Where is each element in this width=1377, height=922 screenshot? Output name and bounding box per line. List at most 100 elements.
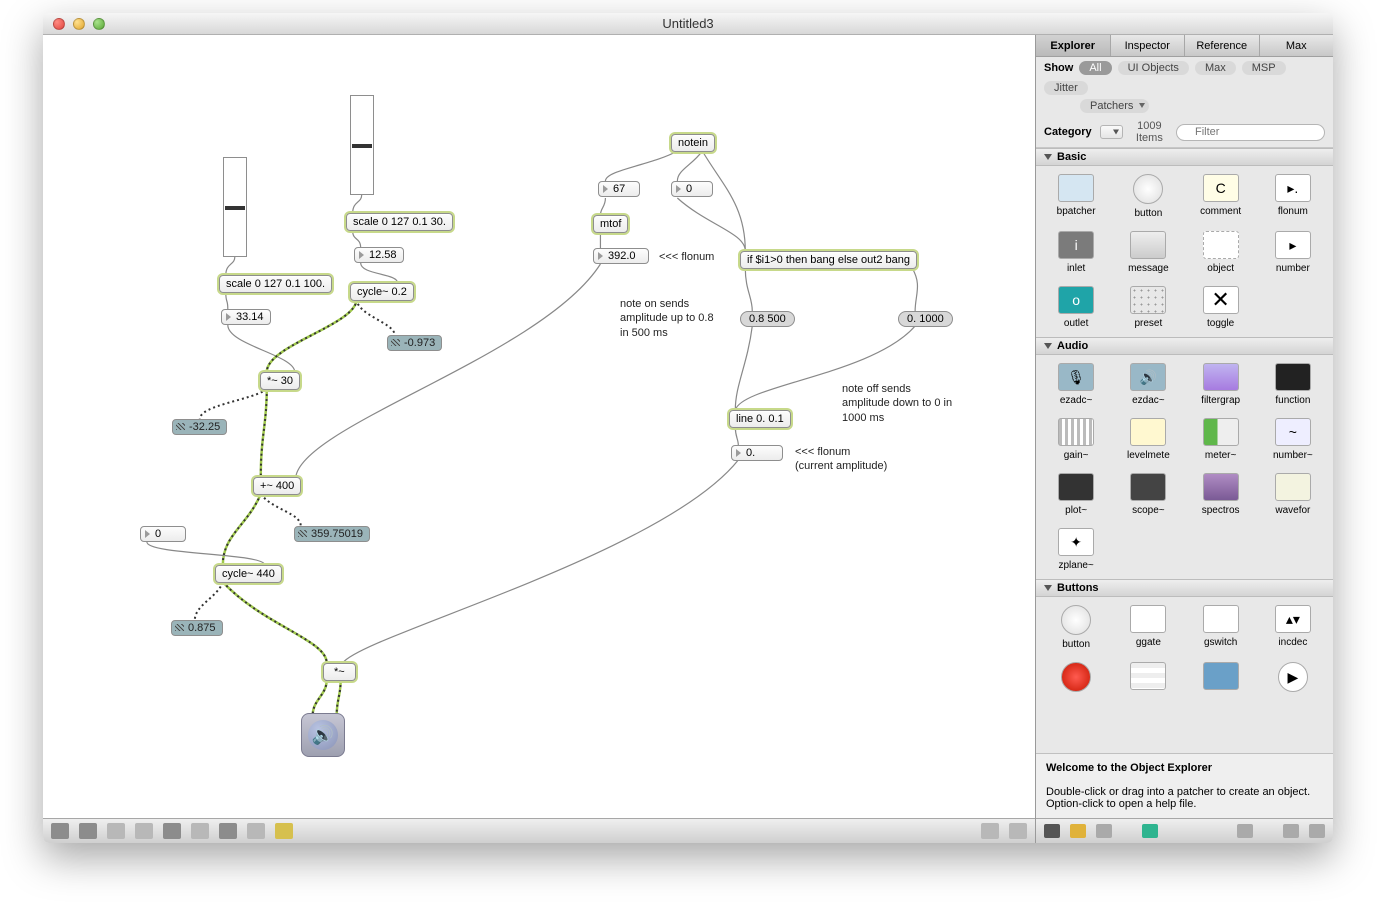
zoom-button[interactable]	[93, 18, 105, 30]
obj-times-sig[interactable]: *~	[323, 663, 356, 681]
pal-inlet[interactable]: iinlet	[1044, 231, 1108, 274]
obj-line[interactable]: line 0. 0.1	[729, 410, 791, 428]
numbox-67[interactable]: 67	[598, 181, 640, 197]
pal-spectroscope[interactable]: spectros	[1189, 473, 1253, 516]
pal-number[interactable]: ▸number	[1261, 231, 1325, 274]
pal-preset[interactable]: preset	[1116, 286, 1180, 329]
obj-scale-2[interactable]: scale 0 127 0.1 30.	[346, 213, 453, 231]
pal-filtergraph[interactable]: filtergrap	[1189, 363, 1253, 406]
pal-waveform[interactable]: wavefor	[1261, 473, 1325, 516]
close-button[interactable]	[53, 18, 65, 30]
section-audio[interactable]: Audio	[1036, 337, 1333, 355]
pal-toggle[interactable]: toggle	[1189, 286, 1253, 329]
grid-icon[interactable]	[247, 823, 265, 839]
tab-explorer[interactable]: Explorer	[1036, 35, 1111, 56]
tab-inspector[interactable]: Inspector	[1111, 35, 1186, 56]
gear-icon[interactable]	[1044, 824, 1060, 838]
pal-incdec[interactable]: ▴▾incdec	[1261, 605, 1325, 650]
numbox-12-58[interactable]: 12.58	[354, 247, 404, 263]
slider-1[interactable]	[223, 157, 247, 257]
search-input[interactable]	[1176, 124, 1325, 141]
pal-function[interactable]: function	[1261, 363, 1325, 406]
filter-ui-objects[interactable]: UI Objects	[1118, 61, 1189, 75]
pal-numbersig[interactable]: ~number~	[1261, 418, 1325, 461]
view-mode-2-icon[interactable]	[1009, 823, 1027, 839]
ezdac-object[interactable]: 🔊	[301, 713, 345, 757]
pal-zplane[interactable]: ✦zplane~	[1044, 528, 1108, 571]
comment-note-on: note on sends amplitude up to 0.8 in 500…	[620, 297, 714, 340]
view-mode-1-icon[interactable]	[981, 823, 999, 839]
pal-scope[interactable]: scope~	[1116, 473, 1180, 516]
palette-scroll[interactable]: Basic bpatcher button Ccomment ▸.flonum …	[1036, 148, 1333, 753]
grid-snap-icon[interactable]	[135, 823, 153, 839]
lock-icon[interactable]	[51, 823, 69, 839]
info-icon[interactable]	[191, 823, 209, 839]
filter-msp[interactable]: MSP	[1242, 61, 1286, 75]
filter-all[interactable]: All	[1079, 61, 1111, 75]
menu-icon[interactable]	[1309, 824, 1325, 838]
titlebar[interactable]: Untitled3	[43, 13, 1333, 35]
schedule-icon[interactable]	[275, 823, 293, 839]
obj-times-30[interactable]: *~ 30	[260, 372, 300, 390]
obj-cycle-440[interactable]: cycle~ 440	[215, 565, 282, 583]
numbox-0-vel[interactable]: 0	[671, 181, 713, 197]
pal-button2[interactable]: button	[1044, 605, 1108, 650]
pal-button[interactable]: button	[1116, 174, 1180, 219]
minimize-button[interactable]	[73, 18, 85, 30]
pal-ezadc[interactable]: 🎙ezadc~	[1044, 363, 1108, 406]
pal-ggate[interactable]: ggate	[1116, 605, 1180, 650]
pal-plot[interactable]: plot~	[1044, 473, 1108, 516]
obj-mtof[interactable]: mtof	[593, 215, 628, 233]
pal-meter[interactable]: meter~	[1189, 418, 1253, 461]
pal-playbar[interactable]: ▶	[1261, 662, 1325, 696]
flonumsig-m0973[interactable]: -0.973	[387, 335, 442, 351]
add-icon[interactable]	[1237, 824, 1253, 838]
filter-jitter[interactable]: Jitter	[1044, 81, 1088, 95]
tab-reference[interactable]: Reference	[1185, 35, 1260, 56]
obj-scale-1[interactable]: scale 0 127 0.1 100.	[219, 275, 332, 293]
help-icon[interactable]	[1283, 824, 1299, 838]
pal-comment[interactable]: Ccomment	[1189, 174, 1253, 219]
section-basic[interactable]: Basic	[1036, 148, 1333, 166]
msg-08-500[interactable]: 0.8 500	[740, 311, 795, 327]
grid-view-icon[interactable]	[1070, 824, 1086, 838]
pal-nodes[interactable]	[1189, 662, 1253, 696]
sidebar-footer	[1036, 818, 1333, 843]
flonumsig-m3225[interactable]: -32.25	[172, 419, 227, 435]
pal-led[interactable]	[1044, 662, 1108, 696]
pal-outlet[interactable]: ooutlet	[1044, 286, 1108, 329]
numbox-392[interactable]: 392.0	[593, 248, 649, 264]
tab-max[interactable]: Max	[1260, 35, 1334, 56]
pal-levelmeter[interactable]: levelmete	[1116, 418, 1180, 461]
filter-max[interactable]: Max	[1195, 61, 1236, 75]
category-dropdown[interactable]	[1100, 125, 1123, 139]
audio-on-icon[interactable]	[219, 823, 237, 839]
numbox-0-left[interactable]: 0	[140, 526, 186, 542]
obj-if[interactable]: if $i1>0 then bang else out2 bang	[740, 251, 917, 269]
pal-matrixctrl[interactable]	[1116, 662, 1180, 696]
list-view-icon[interactable]	[1096, 824, 1112, 838]
numbox-amp[interactable]: 0.	[731, 445, 783, 461]
pal-flonum[interactable]: ▸.flonum	[1261, 174, 1325, 219]
numbox-33-14[interactable]: 33.14	[221, 309, 271, 325]
zoom-icon[interactable]	[107, 823, 125, 839]
section-buttons[interactable]: Buttons	[1036, 579, 1333, 597]
pal-bpatcher[interactable]: bpatcher	[1044, 174, 1108, 219]
new-view-icon[interactable]	[79, 823, 97, 839]
obj-notein[interactable]: notein	[671, 134, 715, 152]
eye-icon[interactable]	[1142, 824, 1158, 838]
flonumsig-0875[interactable]: 0.875	[171, 620, 223, 636]
filter-patchers[interactable]: Patchers	[1080, 99, 1149, 113]
pal-ezdac[interactable]: 🔊ezdac~	[1116, 363, 1180, 406]
pal-gain[interactable]: gain~	[1044, 418, 1108, 461]
flonumsig-35975[interactable]: 359.75019	[294, 526, 370, 542]
obj-cycle-02[interactable]: cycle~ 0.2	[350, 283, 414, 301]
presentation-icon[interactable]	[163, 823, 181, 839]
patcher-canvas[interactable]: scale 0 127 0.1 100. scale 0 127 0.1 30.…	[43, 35, 1035, 818]
msg-0-1000[interactable]: 0. 1000	[898, 311, 953, 327]
pal-object[interactable]: object	[1189, 231, 1253, 274]
slider-2[interactable]	[350, 95, 374, 195]
pal-gswitch[interactable]: gswitch	[1189, 605, 1253, 650]
obj-plus-400[interactable]: +~ 400	[253, 477, 301, 495]
pal-message[interactable]: message	[1116, 231, 1180, 274]
